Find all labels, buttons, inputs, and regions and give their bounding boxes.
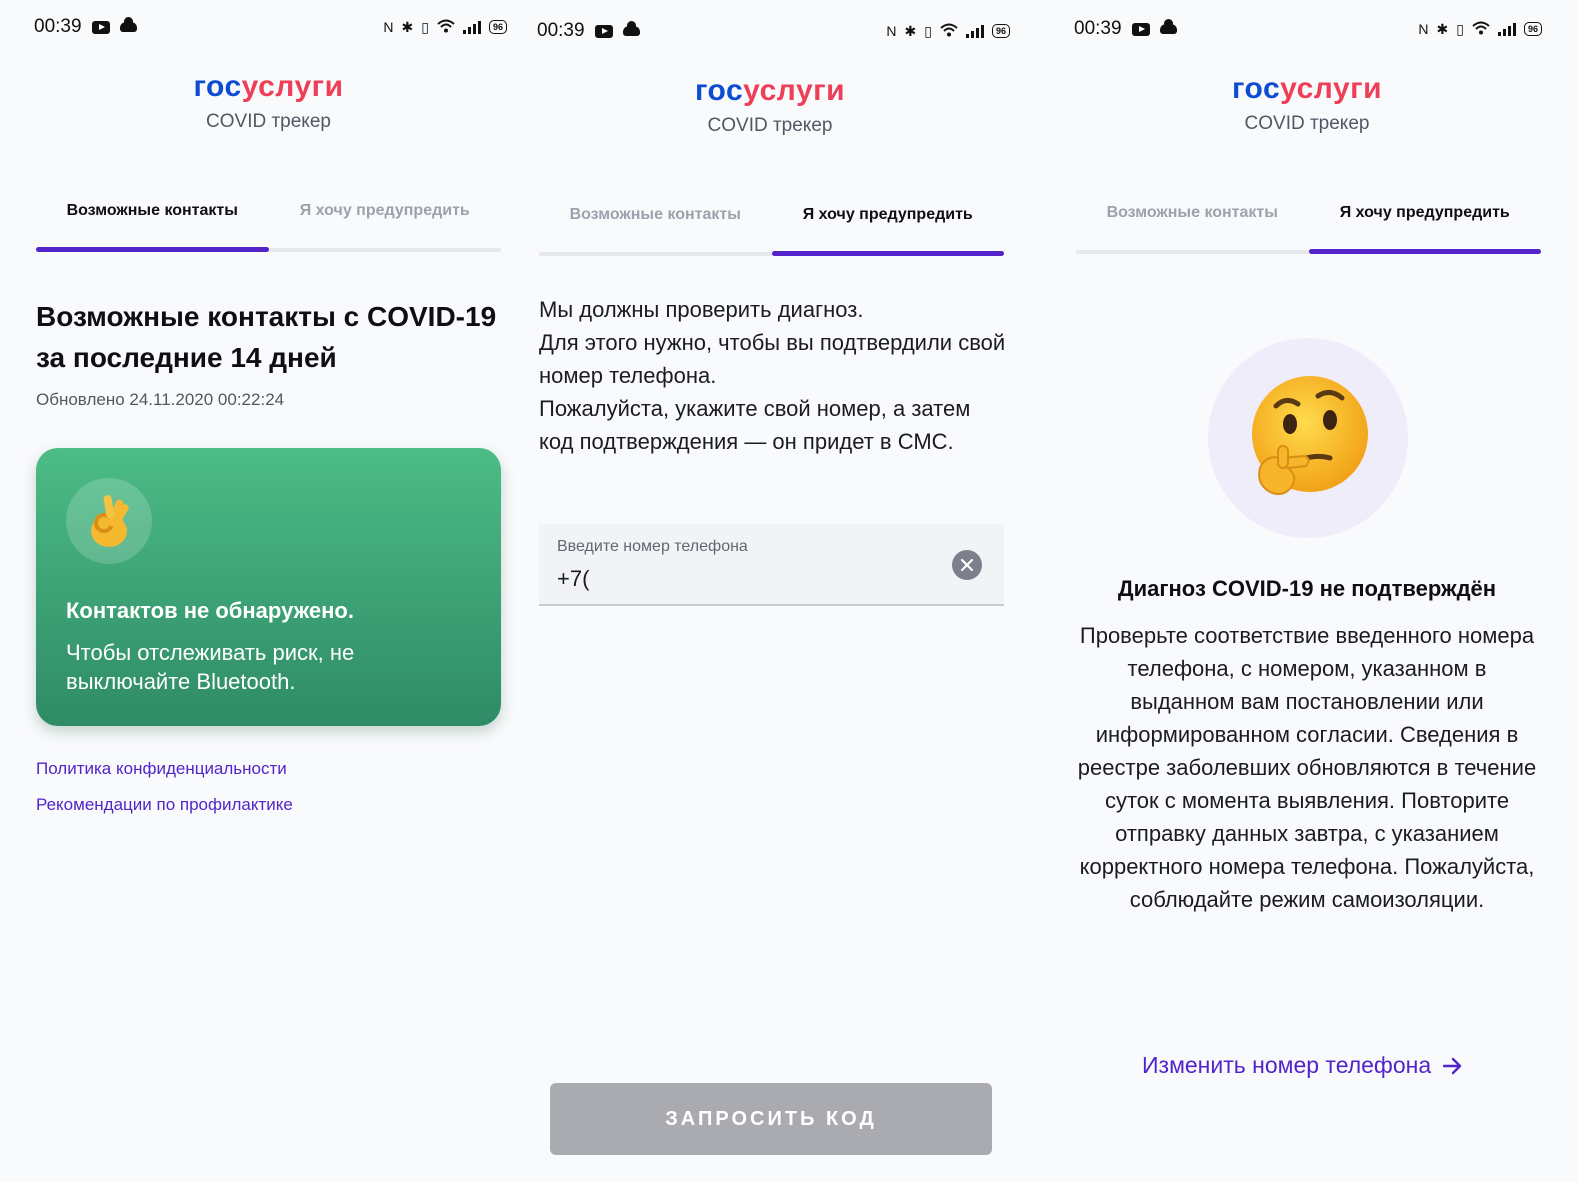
instructions-text: Мы должны проверить диагноз. Для этого н… [539, 293, 1009, 458]
tab-warn[interactable]: Я хочу предупредить [1309, 204, 1542, 222]
instructions-line-2: Для этого нужно, чтобы вы подтвердили св… [539, 330, 1006, 388]
nfc-icon: N [1418, 21, 1429, 37]
tab-contacts[interactable]: Возможные контакты [539, 206, 772, 224]
tab-contacts[interactable]: Возможные контакты [1076, 204, 1309, 222]
battery-icon: 96 [1523, 22, 1542, 36]
app-subtitle: COVID трекер [707, 115, 833, 136]
battery-icon: 96 [991, 24, 1010, 38]
prevention-link[interactable]: Рекомендации по профилактике [36, 795, 293, 815]
status-time: 00:39 [1074, 18, 1122, 39]
emoji-circle [1208, 338, 1408, 538]
privacy-policy-link[interactable]: Политика конфиденциальности [36, 759, 287, 779]
thinking-face-icon [1252, 376, 1368, 495]
clear-icon[interactable] [952, 550, 982, 580]
tab-bar: Возможные контакты Я хочу предупредить [1076, 204, 1541, 254]
change-phone-label: Изменить номер телефона [1142, 1052, 1432, 1078]
status-card: Контактов не обнаружено. Чтобы отслежива… [36, 448, 501, 726]
bluetooth-icon: ✱ [904, 22, 917, 39]
youtube-icon [91, 20, 110, 34]
tab-warn[interactable]: Я хочу предупредить [269, 202, 502, 220]
vibrate-icon: ▯ [1456, 20, 1464, 37]
tab-bar: Возможные контакты Я хочу предупредить [539, 206, 1004, 256]
status-bar: 00:39 N ✱ ▯ 96 [537, 20, 1010, 42]
updated-timestamp: Обновлено 24.11.2020 00:22:24 [36, 390, 285, 409]
phone-input[interactable] [557, 566, 937, 592]
nfc-icon: N [383, 19, 394, 35]
diagnosis-text: Проверьте соответствие введенного номера… [1077, 623, 1537, 912]
youtube-icon [594, 24, 613, 38]
cloud-icon [1159, 19, 1177, 34]
screen-diagnosis-not-confirmed: 00:39 N ✱ ▯ 96 госуслуги COVID трекер Во… [1074, 0, 1578, 1182]
status-time: 00:39 [537, 20, 585, 41]
diagnosis-title: Диагноз COVID-19 не подтверждён [1117, 576, 1497, 601]
signal-icon [462, 20, 481, 34]
change-phone-link[interactable]: Изменить номер телефона [1142, 1052, 1463, 1079]
app-subtitle: COVID трекер [1244, 113, 1370, 134]
status-time: 00:39 [34, 16, 82, 37]
signal-icon [1497, 22, 1516, 36]
app-subtitle: COVID трекер [206, 111, 331, 132]
vibrate-icon: ▯ [421, 18, 429, 35]
status-bar: 00:39 N ✱ ▯ 96 [34, 16, 507, 38]
bluetooth-icon: ✱ [1436, 20, 1449, 37]
gosuslugi-logo: госуслуги [1231, 72, 1383, 105]
tab-warn[interactable]: Я хочу предупредить [772, 206, 1005, 224]
phone-field[interactable]: Введите номер телефона [539, 524, 1004, 606]
wifi-icon [1472, 21, 1490, 38]
tab-indicator [771, 251, 1004, 256]
tab-indicator [36, 247, 269, 252]
gosuslugi-logo: госуслуги [694, 74, 846, 107]
tab-indicator [1308, 249, 1541, 254]
ok-hand-icon [66, 478, 152, 564]
vibrate-icon: ▯ [924, 22, 932, 39]
bluetooth-icon: ✱ [401, 18, 414, 35]
instructions-line-1: Мы должны проверить диагноз. [539, 297, 864, 322]
signal-icon [965, 24, 984, 38]
battery-icon: 96 [488, 20, 507, 34]
arrow-right-icon [1443, 1057, 1462, 1074]
instructions-line-3: Пожалуйста, укажите свой номер, а затем … [539, 396, 971, 454]
card-text: Чтобы отслеживать риск, не выключайте Bl… [66, 640, 355, 694]
screen-contacts: 00:39 N ✱ ▯ 96 госуслуги COVID трекер Во… [0, 0, 537, 1182]
tab-contacts[interactable]: Возможные контакты [36, 202, 269, 220]
nfc-icon: N [886, 23, 897, 39]
cloud-icon [119, 17, 137, 32]
phone-field-label: Введите номер телефона [557, 538, 748, 555]
request-code-button[interactable]: ЗАПРОСИТЬ КОД [550, 1083, 992, 1155]
cloud-icon [622, 21, 640, 36]
gosuslugi-logo: госуслуги [193, 70, 344, 103]
screen-warn-phone: 00:39 N ✱ ▯ 96 госуслуги COVID трекер Во… [537, 0, 1074, 1182]
wifi-icon [437, 19, 455, 36]
wifi-icon [940, 23, 958, 40]
card-title: Контактов не обнаружено. [66, 598, 354, 623]
status-bar: 00:39 N ✱ ▯ 96 [1074, 18, 1542, 40]
page-title: Возможные контакты с COVID-19 за последн… [36, 301, 497, 373]
youtube-icon [1131, 22, 1150, 36]
tab-bar: Возможные контакты Я хочу предупредить [36, 202, 501, 252]
